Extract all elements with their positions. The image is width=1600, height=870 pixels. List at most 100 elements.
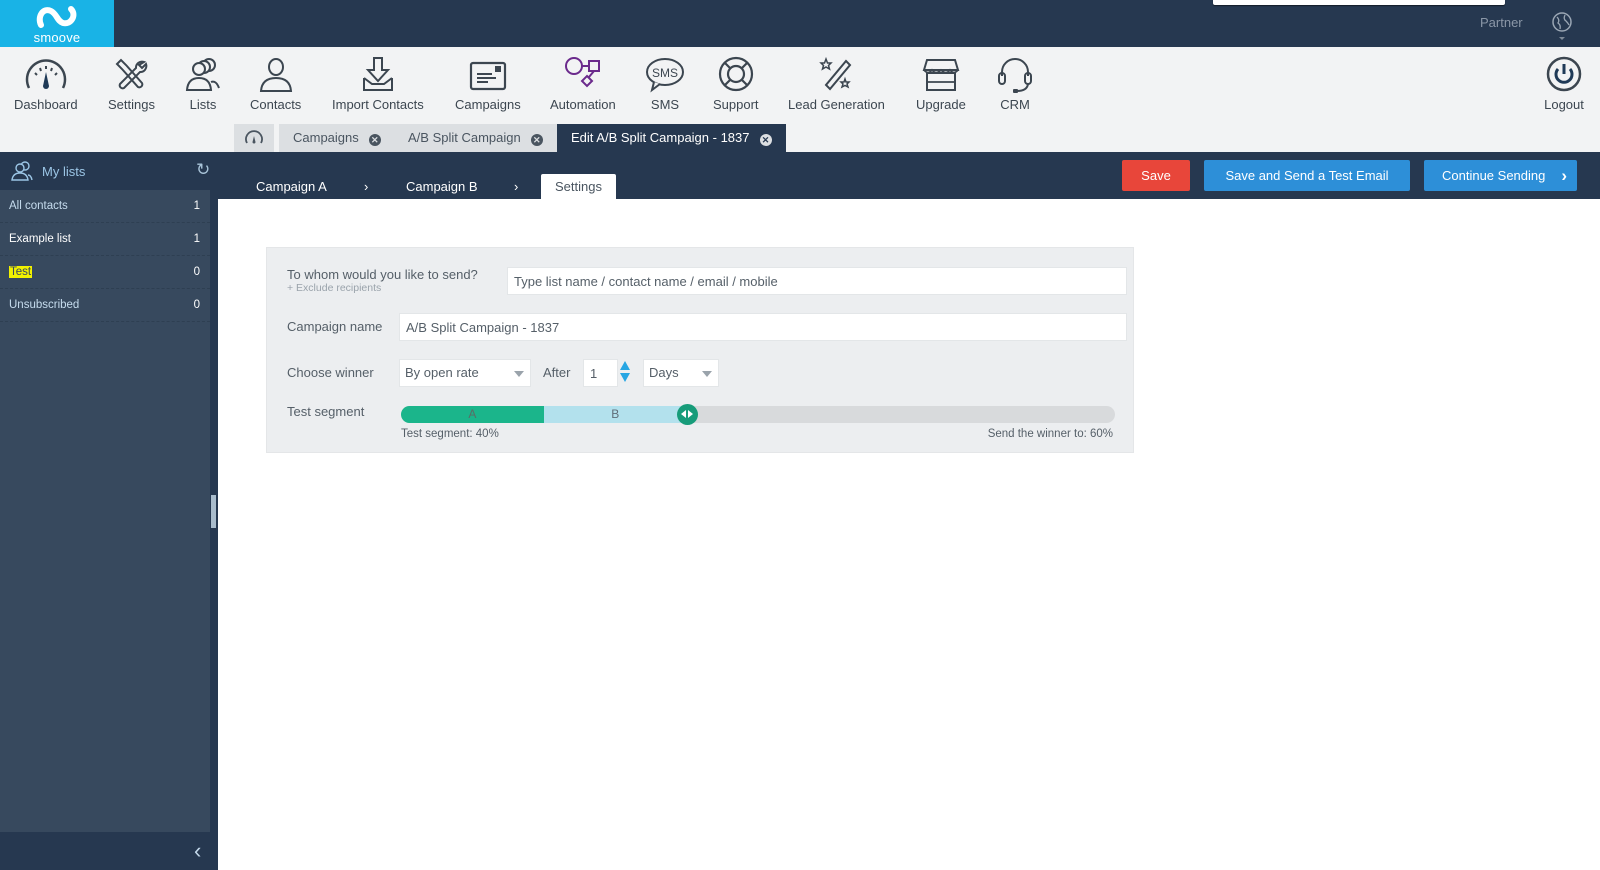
list-item-example-list[interactable]: Example list 1 (0, 223, 210, 256)
continue-sending-button[interactable]: Continue Sending › (1424, 160, 1577, 191)
ab-settings-panel: To whom would you like to send? + Exclud… (266, 247, 1134, 453)
tools-icon (116, 58, 148, 90)
segment-a-bar: A (401, 406, 544, 423)
chevron-down-icon (702, 371, 712, 377)
tab-edit-ab-split-campaign[interactable]: Edit A/B Split Campaign - 1837 ✕ (557, 124, 786, 152)
nav-label: SMS (650, 97, 680, 112)
chevron-right-icon: › (1561, 166, 1567, 185)
sidebar-footer: ‹ (0, 832, 218, 870)
nav-crm[interactable]: CRM (995, 56, 1035, 112)
user-icon (259, 58, 292, 92)
step-campaign-b[interactable]: Campaign B (406, 179, 478, 194)
nav-label: Upgrade (916, 97, 966, 112)
step-campaign-a[interactable]: Campaign A (256, 179, 327, 194)
after-label: After (543, 365, 571, 380)
nav-label: CRM (1000, 97, 1030, 112)
exclude-recipients-link[interactable]: + Exclude recipients (287, 282, 381, 294)
list-name: Example list (9, 233, 71, 245)
nav-label: Support (713, 97, 759, 112)
list-item-test[interactable]: Test 0 (0, 256, 210, 289)
nav-upgrade[interactable]: Upgrade (916, 56, 966, 112)
lists: All contacts 1 Example list 1 Test 0 Uns… (0, 190, 210, 322)
collapse-sidebar-chevron-left-icon[interactable]: ‹ (194, 838, 201, 864)
dashboard-gauge-icon (25, 59, 66, 89)
power-icon (1546, 56, 1582, 92)
decrement-arrow-icon[interactable] (620, 373, 630, 382)
list-name: Unsubscribed (9, 299, 80, 311)
language-globe-icon[interactable] (1551, 12, 1573, 42)
nav-lead-generation[interactable]: Lead Generation (788, 56, 885, 112)
nav-label: Lists (189, 97, 217, 112)
recipients-input[interactable] (507, 267, 1127, 295)
save-button[interactable]: Save (1122, 160, 1190, 191)
newsletter-icon (469, 61, 506, 91)
winner-method-select[interactable]: By open rate (399, 359, 531, 387)
nav-label: Campaigns (455, 97, 521, 112)
slider-drag-handle[interactable] (676, 404, 698, 425)
top-bar: smoove Partner (0, 0, 1600, 47)
logo-icon (36, 6, 77, 28)
after-value-stepper[interactable] (620, 361, 630, 385)
scrollbar-thumb[interactable] (211, 495, 216, 528)
after-value-input[interactable] (583, 359, 618, 387)
tab-home[interactable] (234, 124, 274, 152)
step-settings[interactable]: Settings (541, 174, 616, 199)
nav-settings[interactable]: Settings (108, 56, 155, 112)
refresh-icon[interactable]: ↻ (196, 160, 210, 180)
close-tab-icon[interactable]: ✕ (759, 134, 772, 146)
store-icon (922, 59, 960, 91)
nav-dashboard[interactable]: Dashboard (14, 56, 78, 112)
step-separator-icon: › (364, 179, 369, 194)
list-name: Test (9, 266, 33, 278)
close-tab-icon[interactable]: ✕ (368, 134, 381, 146)
winner-percent-text: Send the winner to: 60% (987, 428, 1113, 440)
nav-sms[interactable]: SMS SMS (645, 56, 685, 112)
logout-button[interactable]: Logout (1544, 56, 1584, 112)
list-count: 0 (193, 299, 200, 311)
magic-wand-icon (819, 56, 852, 91)
search-input[interactable] (1213, 0, 1505, 5)
chevron-down-icon (514, 371, 524, 377)
test-segment-slider[interactable]: A B (401, 404, 1115, 425)
sms-bubble-icon: SMS (646, 58, 684, 93)
tab-campaigns[interactable]: Campaigns ✕ (279, 124, 395, 152)
nav-import-contacts[interactable]: Import Contacts (332, 56, 424, 112)
recipients-label: To whom would you like to send? (287, 267, 478, 282)
save-and-send-test-email-button[interactable]: Save and Send a Test Email (1204, 160, 1410, 191)
svg-text:SMS: SMS (652, 66, 678, 80)
lifebuoy-icon (718, 56, 753, 92)
close-tab-icon[interactable]: ✕ (530, 134, 543, 146)
tab-label: Campaigns (293, 130, 359, 145)
tab-ab-split-campaign[interactable]: A/B Split Campaign ✕ (394, 124, 557, 152)
nav-campaigns[interactable]: Campaigns (455, 56, 521, 112)
tab-label: Edit A/B Split Campaign - 1837 (571, 130, 750, 145)
nav-support[interactable]: Support (713, 56, 759, 112)
import-tray-icon (362, 57, 393, 91)
sidebar-header: My lists ↻ (0, 152, 218, 190)
test-segment-label: Test segment (287, 404, 365, 419)
campaign-name-input[interactable] (399, 313, 1127, 341)
partner-link[interactable]: Partner (1480, 15, 1523, 30)
nav-label: Lead Generation (788, 97, 885, 112)
list-count: 1 (193, 200, 200, 212)
list-count: 0 (193, 266, 200, 278)
tab-label: A/B Split Campaign (408, 130, 521, 145)
list-item-all-contacts[interactable]: All contacts 1 (0, 190, 210, 223)
users-group-icon (11, 161, 33, 181)
sidebar-scrollbar[interactable] (210, 152, 218, 870)
nav-label: Dashboard (14, 97, 78, 112)
step-separator-icon: › (514, 179, 519, 194)
campaign-name-label: Campaign name (287, 319, 383, 334)
main-content: To whom would you like to send? + Exclud… (218, 199, 1600, 870)
nav-label: Import Contacts (332, 97, 424, 112)
list-item-unsubscribed[interactable]: Unsubscribed 0 (0, 289, 210, 322)
nav-contacts[interactable]: Contacts (250, 56, 301, 112)
nav-automation[interactable]: Automation (550, 56, 616, 112)
logo-text: smoove (33, 30, 81, 45)
list-count: 1 (193, 233, 200, 245)
smoove-logo[interactable]: smoove (0, 0, 114, 47)
increment-arrow-icon[interactable] (620, 361, 630, 370)
nav-lists[interactable]: Lists (183, 56, 223, 112)
after-unit-select[interactable]: Days (643, 359, 719, 387)
after-unit-value: Days (649, 365, 679, 380)
